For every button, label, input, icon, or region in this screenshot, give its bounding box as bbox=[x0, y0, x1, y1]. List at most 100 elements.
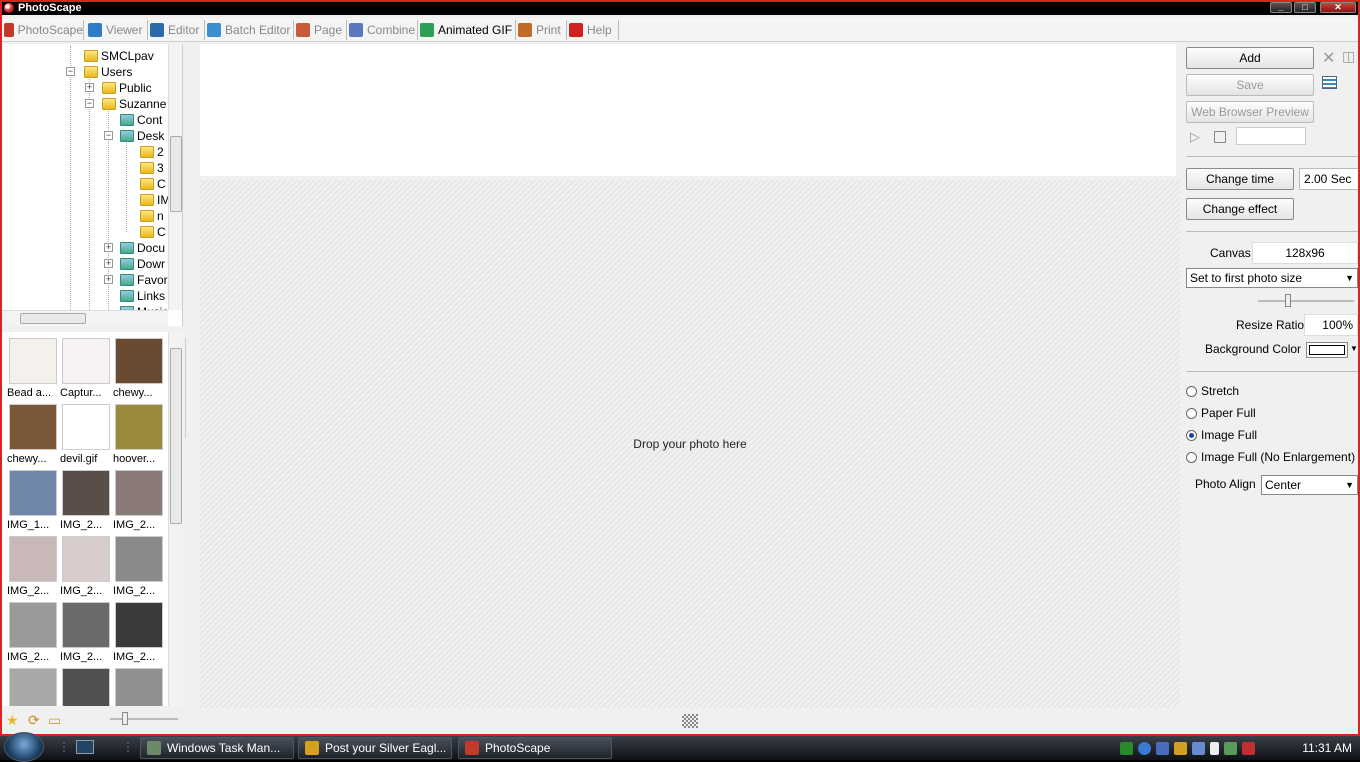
tree-node[interactable]: n bbox=[140, 208, 164, 224]
folder-search-icon[interactable]: ▭ bbox=[48, 712, 61, 729]
trash-icon[interactable]: ◫ bbox=[1342, 48, 1355, 65]
radio-image-full-no-enlargement[interactable]: Image Full (No Enlargement) bbox=[1186, 450, 1355, 464]
tree-node[interactable]: Docu bbox=[120, 240, 165, 256]
canvas-size-select[interactable]: Set to first photo size ▼ bbox=[1186, 268, 1358, 288]
mail-icon[interactable] bbox=[1192, 741, 1205, 755]
tree-node[interactable]: 3 bbox=[140, 160, 164, 176]
thumbnail[interactable]: IMG_2... bbox=[60, 602, 110, 663]
tree-node[interactable]: 2 bbox=[140, 144, 164, 160]
drop-area[interactable]: Drop your photo here bbox=[200, 180, 1180, 708]
thumbnail[interactable] bbox=[113, 668, 163, 706]
thumbnail[interactable]: IMG_1... bbox=[7, 470, 57, 531]
taskbar-item[interactable]: Post your Silver Eagl... bbox=[298, 737, 452, 759]
play-icon[interactable]: ▷ bbox=[1190, 129, 1200, 145]
resize-slider[interactable] bbox=[1258, 294, 1354, 307]
thumbnail[interactable]: IMG_2... bbox=[7, 602, 57, 663]
thumbnail[interactable]: IMG_2... bbox=[60, 536, 110, 597]
frame-strip[interactable] bbox=[200, 44, 1176, 176]
background-color-swatch[interactable] bbox=[1306, 342, 1348, 358]
tree-expander-icon[interactable]: − bbox=[66, 67, 75, 76]
tree-node[interactable]: SMCLpav bbox=[84, 48, 154, 64]
tree-node[interactable]: Public bbox=[102, 80, 152, 96]
start-button[interactable] bbox=[4, 732, 44, 762]
maximize-button[interactable]: □ bbox=[1294, 2, 1316, 13]
show-desktop-icon[interactable] bbox=[76, 740, 94, 754]
menu-page[interactable]: Page bbox=[294, 20, 347, 40]
menu-combine[interactable]: Combine bbox=[347, 20, 418, 40]
menu-editor[interactable]: Editor bbox=[148, 20, 205, 40]
radio-dot[interactable] bbox=[1186, 451, 1197, 463]
tree-horizontal-scrollbar[interactable] bbox=[2, 310, 168, 326]
menu-photoscape[interactable]: PhotoScape bbox=[2, 20, 84, 40]
resize-handle-icon[interactable] bbox=[682, 714, 698, 728]
tree-node[interactable]: Favor bbox=[120, 272, 168, 288]
device-icon[interactable] bbox=[1210, 741, 1219, 755]
resize-slider-knob[interactable] bbox=[1285, 294, 1291, 307]
resize-ratio-value[interactable]: 100% bbox=[1304, 314, 1358, 336]
panel-splitter[interactable] bbox=[185, 338, 195, 438]
change-effect-button[interactable]: Change effect bbox=[1186, 198, 1294, 220]
star-icon[interactable]: ★ bbox=[6, 712, 19, 729]
tree-scroll-thumb[interactable] bbox=[170, 136, 182, 212]
tree-node[interactable]: Desk bbox=[120, 128, 164, 144]
minimize-button[interactable]: _ bbox=[1270, 2, 1292, 13]
display-icon[interactable] bbox=[1156, 741, 1169, 755]
refresh-icon[interactable]: ⟳ bbox=[28, 712, 40, 729]
stop-icon[interactable] bbox=[1214, 131, 1226, 143]
tree-node[interactable]: C bbox=[140, 224, 166, 240]
tree-expander-icon[interactable]: − bbox=[85, 99, 94, 108]
remove-icon[interactable]: ✕ bbox=[1322, 48, 1335, 68]
zoom-slider-knob[interactable] bbox=[122, 712, 128, 725]
tree-node[interactable]: Users bbox=[84, 64, 132, 80]
thumbnail-scrollbar[interactable] bbox=[168, 332, 183, 706]
tree-expander-icon[interactable]: + bbox=[104, 259, 113, 268]
menu-help[interactable]: Help bbox=[567, 20, 619, 40]
thumbnail[interactable]: devil.gif bbox=[60, 404, 110, 465]
taskbar-item[interactable]: PhotoScape bbox=[458, 737, 612, 759]
thumbnail[interactable] bbox=[7, 668, 57, 706]
tree-hscroll-thumb[interactable] bbox=[20, 313, 86, 324]
time-value[interactable]: 2.00 Sec bbox=[1299, 168, 1358, 190]
radio-dot[interactable] bbox=[1186, 407, 1197, 419]
clock[interactable]: 11:31 AM bbox=[1302, 741, 1352, 755]
thumbnail-zoom-slider[interactable] bbox=[110, 712, 178, 725]
thumbnail[interactable]: IMG_2... bbox=[113, 470, 163, 531]
menu-viewer[interactable]: Viewer bbox=[86, 20, 148, 40]
tree-expander-icon[interactable]: − bbox=[104, 131, 113, 140]
save-button[interactable]: Save bbox=[1186, 74, 1314, 96]
tree-expander-icon[interactable]: + bbox=[104, 243, 113, 252]
network-icon[interactable] bbox=[1138, 741, 1151, 755]
thumbnail[interactable]: hoover... bbox=[113, 404, 163, 465]
web-preview-button[interactable]: Web Browser Preview bbox=[1186, 101, 1314, 123]
change-time-button[interactable]: Change time bbox=[1186, 168, 1294, 190]
tree-node[interactable]: C bbox=[140, 176, 166, 192]
tree-node[interactable]: Dowr bbox=[120, 256, 165, 272]
thumbnail[interactable]: IMG_2... bbox=[113, 536, 163, 597]
thumbnail[interactable]: chewy... bbox=[7, 404, 57, 465]
thumbnail-scroll-thumb[interactable] bbox=[170, 348, 182, 524]
radio-dot[interactable] bbox=[1186, 385, 1197, 397]
menu-animated-gif[interactable]: Animated GIF bbox=[418, 20, 516, 40]
speaker-mute-icon[interactable] bbox=[1242, 741, 1255, 755]
thumbnail[interactable]: IMG_2... bbox=[7, 536, 57, 597]
chevron-down-icon[interactable]: ▼ bbox=[1350, 344, 1358, 353]
tray-app-icon[interactable] bbox=[1120, 741, 1133, 755]
thumbnail[interactable]: IMG_2... bbox=[60, 470, 110, 531]
radio-image-full[interactable]: Image Full bbox=[1186, 428, 1257, 442]
tree-node[interactable]: Links bbox=[120, 288, 165, 304]
add-button[interactable]: Add bbox=[1186, 47, 1314, 69]
close-button[interactable]: ✕ bbox=[1320, 2, 1356, 13]
thumbnail[interactable]: Bead a... bbox=[7, 338, 57, 399]
tree-node[interactable]: Cont bbox=[120, 112, 162, 128]
tray-app-icon[interactable] bbox=[1174, 741, 1187, 755]
thumbnail[interactable]: chewy... bbox=[113, 338, 163, 399]
taskbar-item[interactable]: Windows Task Man... bbox=[140, 737, 294, 759]
tree-node[interactable]: Suzanne bbox=[102, 96, 166, 112]
photo-align-select[interactable]: Center ▼ bbox=[1261, 475, 1358, 495]
menu-print[interactable]: Print bbox=[516, 20, 567, 40]
tree-expander-icon[interactable]: + bbox=[85, 83, 94, 92]
thumbnail[interactable] bbox=[60, 668, 110, 706]
radio-paper-full[interactable]: Paper Full bbox=[1186, 406, 1256, 420]
radio-stretch[interactable]: Stretch bbox=[1186, 384, 1239, 398]
tree-expander-icon[interactable]: + bbox=[104, 275, 113, 284]
